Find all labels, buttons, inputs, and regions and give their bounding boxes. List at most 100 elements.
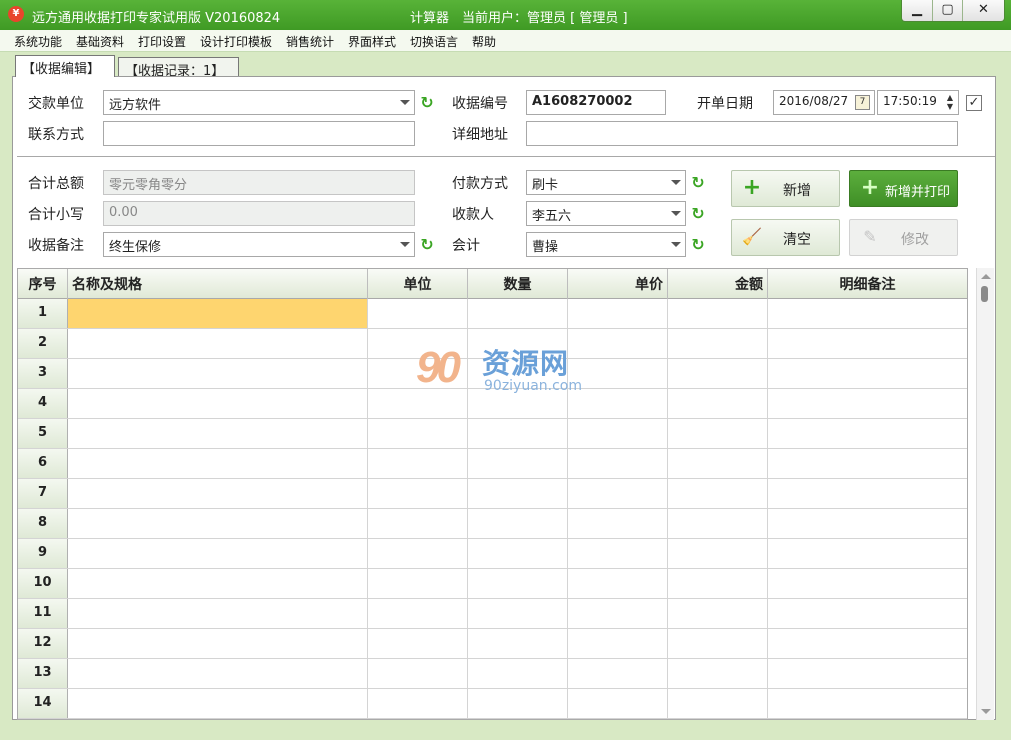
- row-number[interactable]: 4: [18, 389, 68, 418]
- date-picker[interactable]: 2016/08/27 7: [773, 90, 875, 115]
- calendar-icon[interactable]: 7: [855, 95, 870, 110]
- grid-cell[interactable]: [68, 299, 368, 328]
- grid-cell[interactable]: [568, 599, 668, 628]
- grid-cell[interactable]: [468, 569, 568, 598]
- row-number[interactable]: 9: [18, 539, 68, 568]
- refresh-icon[interactable]: ↻: [690, 206, 706, 222]
- row-number[interactable]: 2: [18, 329, 68, 358]
- grid-cell[interactable]: [68, 569, 368, 598]
- grid-cell[interactable]: [768, 599, 967, 628]
- refresh-icon[interactable]: ↻: [690, 175, 706, 191]
- grid-cell[interactable]: [68, 599, 368, 628]
- menu-ui-style[interactable]: 界面样式: [348, 33, 396, 50]
- date-checkbox[interactable]: ✓: [966, 95, 982, 111]
- grid-cell[interactable]: [568, 449, 668, 478]
- grid-cell[interactable]: [668, 539, 768, 568]
- grid-cell[interactable]: [668, 509, 768, 538]
- menu-system[interactable]: 系统功能: [14, 33, 62, 50]
- row-number[interactable]: 6: [18, 449, 68, 478]
- grid-cell[interactable]: [468, 629, 568, 658]
- grid-cell[interactable]: [368, 299, 468, 328]
- col-name[interactable]: 名称及规格: [68, 269, 368, 299]
- grid-cell[interactable]: [768, 419, 967, 448]
- grid-cell[interactable]: [668, 359, 768, 388]
- grid-cell[interactable]: [68, 539, 368, 568]
- grid-cell[interactable]: [668, 449, 768, 478]
- maximize-button[interactable]: ▢: [932, 0, 962, 21]
- row-number[interactable]: 8: [18, 509, 68, 538]
- grid-cell[interactable]: [368, 599, 468, 628]
- row-number[interactable]: 3: [18, 359, 68, 388]
- grid-cell[interactable]: [468, 299, 568, 328]
- grid-cell[interactable]: [68, 629, 368, 658]
- grid-cell[interactable]: [68, 509, 368, 538]
- menu-help[interactable]: 帮助: [472, 33, 496, 50]
- col-amount[interactable]: 金额: [668, 269, 768, 299]
- menu-print-settings[interactable]: 打印设置: [138, 33, 186, 50]
- grid-cell[interactable]: [668, 299, 768, 328]
- grid-cell[interactable]: [668, 659, 768, 688]
- grid-cell[interactable]: [368, 479, 468, 508]
- row-number[interactable]: 5: [18, 419, 68, 448]
- scroll-down-icon[interactable]: [981, 709, 991, 714]
- payee-select[interactable]: 李五六: [526, 201, 686, 226]
- grid-scrollbar[interactable]: [976, 268, 994, 720]
- grid-cell[interactable]: [668, 569, 768, 598]
- grid-cell[interactable]: [668, 689, 768, 718]
- grid-cell[interactable]: [368, 449, 468, 478]
- grid-cell[interactable]: [768, 299, 967, 328]
- grid-cell[interactable]: [668, 629, 768, 658]
- time-picker[interactable]: 17:50:19 ▲ ▼: [877, 90, 959, 115]
- grid-cell[interactable]: [368, 659, 468, 688]
- col-index[interactable]: 序号: [18, 269, 68, 299]
- grid-cell[interactable]: [768, 569, 967, 598]
- grid-cell[interactable]: [768, 629, 967, 658]
- menu-sales-stats[interactable]: 销售统计: [286, 33, 334, 50]
- grid-cell[interactable]: [768, 329, 967, 358]
- grid-cell[interactable]: [468, 449, 568, 478]
- grid-cell[interactable]: [768, 359, 967, 388]
- scroll-thumb[interactable]: [981, 286, 988, 302]
- refresh-icon[interactable]: ↻: [690, 237, 706, 253]
- grid-cell[interactable]: [368, 629, 468, 658]
- grid-cell[interactable]: [668, 479, 768, 508]
- grid-cell[interactable]: [768, 539, 967, 568]
- grid-cell[interactable]: [668, 389, 768, 418]
- grid-cell[interactable]: [468, 659, 568, 688]
- grid-cell[interactable]: [668, 599, 768, 628]
- grid-cell[interactable]: [768, 509, 967, 538]
- grid-cell[interactable]: [568, 539, 668, 568]
- add-print-button[interactable]: + 新增并打印: [849, 170, 958, 207]
- receipt-no-input[interactable]: A1608270002: [526, 90, 666, 115]
- grid-cell[interactable]: [68, 659, 368, 688]
- grid-cell[interactable]: [68, 329, 368, 358]
- col-unit[interactable]: 单位: [368, 269, 468, 299]
- col-quantity[interactable]: 数量: [468, 269, 568, 299]
- add-button[interactable]: + 新增: [731, 170, 840, 207]
- accountant-select[interactable]: 曹操: [526, 232, 686, 257]
- remark-select[interactable]: 终生保修: [103, 232, 415, 257]
- row-number[interactable]: 1: [18, 299, 68, 328]
- pay-method-select[interactable]: 刷卡: [526, 170, 686, 195]
- grid-cell[interactable]: [668, 419, 768, 448]
- row-number[interactable]: 7: [18, 479, 68, 508]
- col-price[interactable]: 单价: [568, 269, 668, 299]
- grid-cell[interactable]: [68, 389, 368, 418]
- grid-cell[interactable]: [368, 539, 468, 568]
- calculator-link[interactable]: 计算器: [410, 7, 449, 26]
- modify-button[interactable]: ✎ 修改: [849, 219, 958, 256]
- grid-cell[interactable]: [468, 689, 568, 718]
- grid-cell[interactable]: [568, 689, 668, 718]
- row-number[interactable]: 10: [18, 569, 68, 598]
- grid-cell[interactable]: [68, 689, 368, 718]
- grid-cell[interactable]: [568, 509, 668, 538]
- grid-cell[interactable]: [668, 329, 768, 358]
- row-number[interactable]: 11: [18, 599, 68, 628]
- address-input[interactable]: [526, 121, 958, 146]
- grid-cell[interactable]: [68, 419, 368, 448]
- grid-cell[interactable]: [368, 569, 468, 598]
- grid-cell[interactable]: [368, 689, 468, 718]
- refresh-icon[interactable]: ↻: [419, 95, 435, 111]
- contact-input[interactable]: [103, 121, 415, 146]
- tab-receipt-records[interactable]: 【收据记录：1】: [118, 57, 239, 79]
